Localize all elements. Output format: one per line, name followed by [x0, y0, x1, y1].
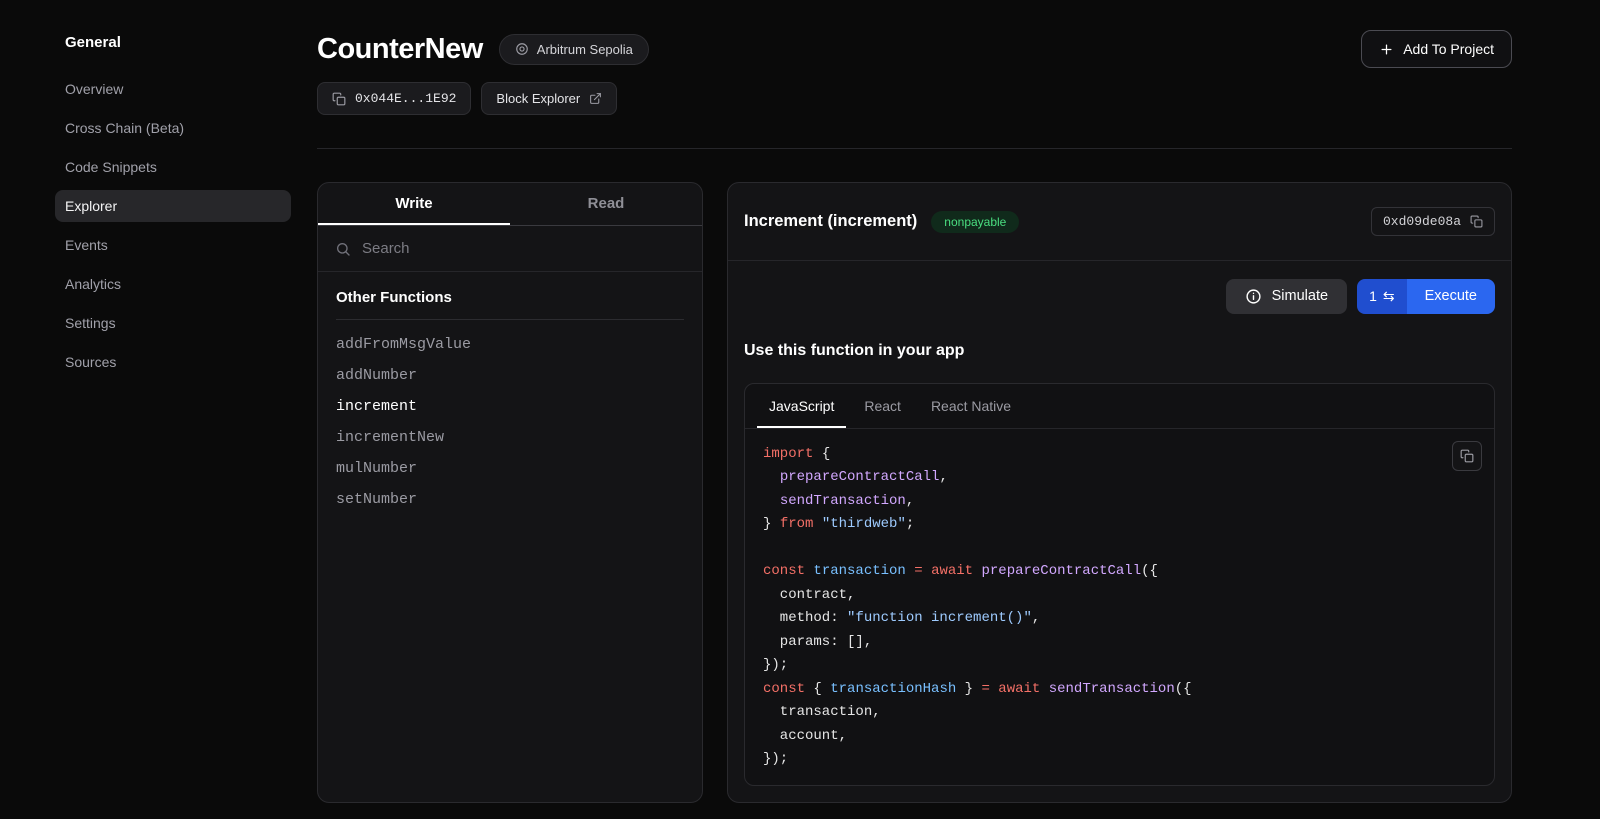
sidebar-heading: General: [65, 34, 292, 51]
search-icon: [335, 241, 351, 257]
sidebar-nav: Overview Cross Chain (Beta) Code Snippets E…: [0, 73, 292, 378]
sidebar: General Overview Cross Chain (Beta) Code S…: [0, 0, 292, 819]
external-link-icon: [589, 92, 602, 105]
code-line: const { transactionHash } = await sendTr…: [763, 678, 1476, 702]
code-line: import {: [763, 443, 1476, 467]
sidebar-item-events[interactable]: Events: [55, 229, 291, 261]
code-card: JavaScriptReactReact Native import { pre…: [744, 383, 1495, 786]
function-item-mulnumber[interactable]: mulNumber: [336, 453, 684, 484]
controls-row: Simulate 1 ⇆ Execute: [728, 261, 1511, 314]
network-badge-label: Arbitrum Sepolia: [537, 42, 633, 57]
copy-icon: [332, 92, 346, 106]
tab-write[interactable]: Write: [318, 183, 510, 225]
block-explorer-label: Block Explorer: [496, 91, 580, 106]
code-area: import { prepareContractCall, sendTransa…: [745, 429, 1494, 786]
code-line: } from "thirdweb";: [763, 513, 1476, 537]
plus-icon: [1379, 42, 1394, 57]
code-line: const transaction = await prepareContrac…: [763, 560, 1476, 584]
code-tabs: JavaScriptReactReact Native: [745, 384, 1494, 429]
execute-count-button[interactable]: 1 ⇆: [1357, 279, 1407, 314]
function-detail-panel: Increment (increment) nonpayable 0xd09de…: [727, 182, 1512, 803]
code-tab-javascript[interactable]: JavaScript: [757, 384, 846, 428]
code-line: transaction,: [763, 701, 1476, 725]
function-list: addFromMsgValueaddNumberincrementincreme…: [336, 329, 684, 515]
network-icon: [515, 42, 529, 56]
functions-panel: WriteRead Other Functions addFromMsgValu…: [317, 182, 703, 803]
function-tabs: WriteRead: [318, 183, 702, 226]
sidebar-item-code-snippets[interactable]: Code Snippets: [55, 151, 291, 183]
code-tab-react[interactable]: React: [852, 384, 913, 428]
execute-count: 1: [1369, 288, 1377, 304]
code-line: [763, 537, 1476, 561]
detail-header: Increment (increment) nonpayable 0xd09de…: [728, 183, 1511, 260]
selector-copy-button[interactable]: 0xd09de08a: [1371, 207, 1495, 236]
sidebar-item-cross-chain-beta[interactable]: Cross Chain (Beta): [55, 112, 291, 144]
mutability-badge: nonpayable: [931, 211, 1019, 233]
address-row: 0x044E...1E92 Block Explorer: [317, 82, 1512, 115]
contract-address: 0x044E...1E92: [355, 91, 456, 106]
code-block: import { prepareContractCall, sendTransa…: [763, 443, 1476, 772]
execute-split-button: 1 ⇆ Execute: [1357, 279, 1495, 314]
main-content: CounterNew Arbitrum Sepolia Add To Proje…: [292, 0, 1600, 819]
function-item-addnumber[interactable]: addNumber: [336, 360, 684, 391]
function-selector: 0xd09de08a: [1383, 214, 1461, 229]
function-title: Increment (increment): [744, 212, 917, 231]
copy-icon: [1470, 215, 1483, 228]
swap-icon: ⇆: [1383, 288, 1395, 305]
sidebar-item-analytics[interactable]: Analytics: [55, 268, 291, 300]
block-explorer-button[interactable]: Block Explorer: [481, 82, 617, 115]
page-title: CounterNew: [317, 33, 483, 66]
code-tab-react-native[interactable]: React Native: [919, 384, 1023, 428]
panels-row: WriteRead Other Functions addFromMsgValu…: [317, 182, 1512, 803]
code-line: prepareContractCall,: [763, 466, 1476, 490]
title-group: CounterNew Arbitrum Sepolia: [317, 33, 649, 66]
sidebar-item-overview[interactable]: Overview: [55, 73, 291, 105]
network-badge[interactable]: Arbitrum Sepolia: [499, 34, 649, 65]
code-copy-button[interactable]: [1452, 441, 1482, 471]
sidebar-item-sources[interactable]: Sources: [55, 346, 291, 378]
sidebar-item-settings[interactable]: Settings: [55, 307, 291, 339]
code-line: method: "function increment()",: [763, 607, 1476, 631]
function-item-increment[interactable]: increment: [336, 391, 684, 422]
function-item-incrementnew[interactable]: incrementNew: [336, 422, 684, 453]
code-line: });: [763, 654, 1476, 678]
code-line: sendTransaction,: [763, 490, 1476, 514]
info-icon: [1245, 288, 1262, 305]
add-to-project-label: Add To Project: [1403, 41, 1494, 57]
page-divider: [317, 148, 1512, 149]
execute-label: Execute: [1425, 288, 1477, 304]
function-item-setnumber[interactable]: setNumber: [336, 484, 684, 515]
function-section-title: Other Functions: [336, 289, 684, 320]
contract-address-button[interactable]: 0x044E...1E92: [317, 82, 471, 115]
code-line: params: [],: [763, 631, 1476, 655]
execute-button[interactable]: Execute: [1407, 279, 1495, 314]
add-to-project-button[interactable]: Add To Project: [1361, 30, 1512, 68]
usage-heading: Use this function in your app: [744, 342, 1495, 360]
simulate-button[interactable]: Simulate: [1226, 279, 1347, 314]
search-row: [318, 226, 702, 272]
code-line: account,: [763, 725, 1476, 749]
function-list-wrap: Other Functions addFromMsgValueaddNumber…: [318, 272, 702, 532]
function-item-addfrommsgvalue[interactable]: addFromMsgValue: [336, 329, 684, 360]
simulate-label: Simulate: [1272, 288, 1328, 304]
code-line: contract,: [763, 584, 1476, 608]
search-input[interactable]: [362, 240, 685, 257]
sidebar-item-explorer[interactable]: Explorer: [55, 190, 291, 222]
code-line: });: [763, 748, 1476, 772]
header-row: CounterNew Arbitrum Sepolia Add To Proje…: [317, 30, 1512, 68]
tab-read[interactable]: Read: [510, 183, 702, 225]
